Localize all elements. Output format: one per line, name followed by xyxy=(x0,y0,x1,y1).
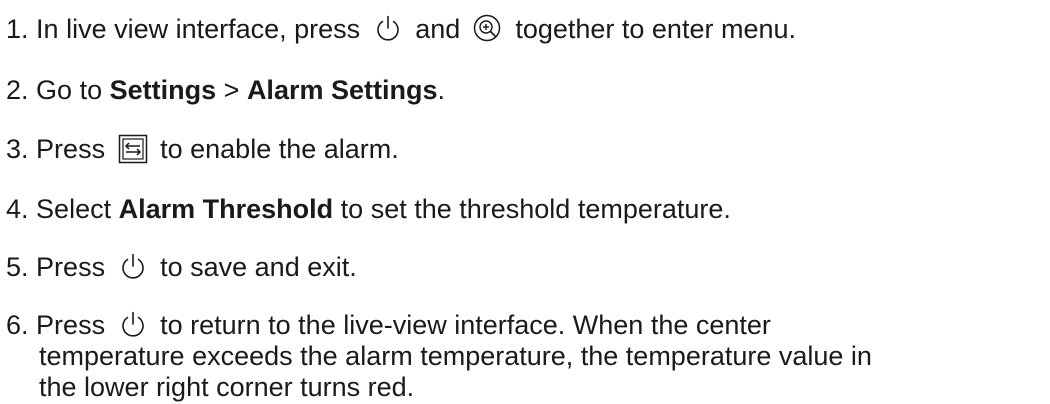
step-text: Press xyxy=(36,134,106,164)
menu-name-alarm-threshold: Alarm Threshold xyxy=(118,194,334,224)
step-6: 6. Press to return to the live-view inte… xyxy=(6,309,771,342)
step-text: Go to xyxy=(36,75,103,105)
menu-name-settings: Settings xyxy=(109,75,217,105)
step-text: Select xyxy=(36,194,112,224)
step-text: together to enter menu. xyxy=(515,14,796,44)
power-icon xyxy=(117,309,149,341)
zoom-in-icon xyxy=(472,13,504,45)
step-4: 4. Select Alarm Threshold to set the thr… xyxy=(6,193,731,226)
step-text: to set the threshold temperature. xyxy=(340,194,731,224)
step-3: 3. Press to enable the alarm. xyxy=(6,133,399,166)
power-icon xyxy=(117,251,149,283)
step-text: In live view interface, press xyxy=(36,14,361,44)
mode-switch-icon xyxy=(117,133,149,165)
step-text: and xyxy=(415,14,461,44)
step-number: 3. xyxy=(6,134,29,164)
step-text: > xyxy=(223,75,240,105)
step-6-continuation: the lower right corner turns red. xyxy=(39,372,415,402)
step-number: 4. xyxy=(6,194,29,224)
step-5: 5. Press to save and exit. xyxy=(6,251,357,284)
step-number: 2. xyxy=(6,75,29,105)
step-2: 2. Go to Settings > Alarm Settings. xyxy=(6,74,445,107)
step-number: 6. xyxy=(6,310,29,340)
step-text: to save and exit. xyxy=(160,252,357,282)
step-1: 1. In live view interface, press and tog… xyxy=(6,13,796,46)
step-number: 1. xyxy=(6,14,29,44)
menu-name-alarm-settings: Alarm Settings xyxy=(246,75,438,105)
step-6-continuation: temperature exceeds the alarm temperatur… xyxy=(39,341,872,371)
step-text: Press xyxy=(36,310,106,340)
step-text: to enable the alarm. xyxy=(160,134,399,164)
power-icon xyxy=(372,13,404,45)
step-text: . xyxy=(437,75,445,105)
step-text: to return to the live-view interface. Wh… xyxy=(160,310,771,340)
step-text: Press xyxy=(36,252,106,282)
step-number: 5. xyxy=(6,252,29,282)
